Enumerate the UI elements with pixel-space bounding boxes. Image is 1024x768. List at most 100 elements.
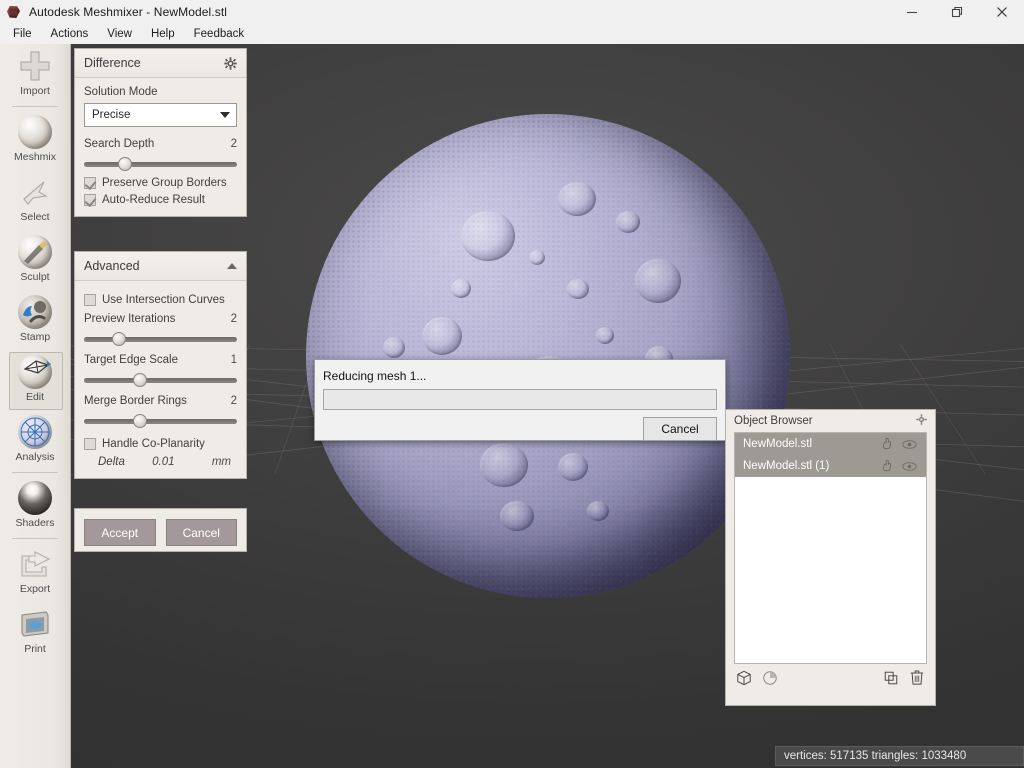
panel-title: Difference — [84, 56, 141, 70]
meshmixer-logo-icon — [6, 4, 22, 20]
tool-import[interactable]: Import — [0, 44, 70, 104]
menu-feedback[interactable]: Feedback — [185, 26, 254, 43]
preview-iterations-value: 2 — [230, 313, 237, 325]
window-title: Autodesk Meshmixer - NewModel.stl — [29, 5, 228, 19]
preview-iterations-label: Preview Iterations — [84, 313, 176, 325]
checkbox-box — [84, 194, 96, 206]
checkbox-box — [84, 438, 96, 450]
tool-stamp[interactable]: Stamp — [0, 290, 70, 350]
slider-track — [84, 162, 237, 167]
menu-bar: File Actions View Help Feedback — [0, 24, 1024, 45]
hand-pick-icon[interactable] — [876, 437, 898, 451]
target-edge-scale-slider[interactable] — [84, 372, 237, 388]
tool-analysis[interactable]: Analysis — [0, 410, 70, 470]
slider-knob[interactable] — [111, 332, 126, 346]
advanced-panel-header[interactable]: Advanced — [75, 252, 246, 281]
menu-file[interactable]: File — [4, 26, 41, 43]
slider-knob[interactable] — [132, 373, 147, 387]
export-arrow-icon — [17, 546, 53, 582]
solution-mode-label: Solution Mode — [84, 86, 158, 98]
face-sphere-icon — [17, 114, 53, 150]
slider-knob[interactable] — [117, 157, 132, 171]
brush-sphere-icon — [17, 234, 53, 270]
advanced-panel: Advanced Use Intersection Curves Preview… — [74, 251, 247, 479]
tool-shaders[interactable]: Shaders — [0, 476, 70, 536]
duplicate-icon[interactable] — [883, 670, 899, 691]
tool-sculpt[interactable]: Sculpt — [0, 230, 70, 290]
difference-panel-body: Solution Mode Precise Search Depth 2 Pre… — [75, 78, 246, 216]
search-depth-row: Search Depth 2 — [84, 138, 237, 150]
shaded-sphere-icon — [17, 480, 53, 516]
object-browser-header: Object Browser — [726, 410, 935, 432]
eye-icon[interactable] — [898, 439, 920, 450]
tool-label: Stamp — [19, 331, 51, 343]
rail-separator — [12, 106, 58, 107]
use-intersection-curves-checkbox[interactable]: Use Intersection Curves — [84, 294, 237, 306]
tool-label: Sculpt — [20, 271, 50, 283]
advanced-title: Advanced — [84, 259, 140, 273]
tool-select[interactable]: Select — [0, 170, 70, 230]
auto-reduce-result-checkbox[interactable]: Auto-Reduce Result — [84, 194, 237, 206]
status-text: vertices: 517135 triangles: 1033480 — [784, 750, 967, 762]
tool-label: Select — [20, 211, 50, 223]
status-bar: vertices: 517135 triangles: 1033480 — [775, 746, 1024, 766]
dialog-cancel-button[interactable]: Cancel — [643, 417, 717, 441]
checkbox-box — [84, 294, 96, 306]
stamp-icon — [17, 294, 53, 330]
tool-rail: Import Meshmix Select Sculpt Stamp Edit … — [0, 44, 71, 768]
slider-knob[interactable] — [132, 414, 147, 428]
object-name: NewModel.stl — [743, 438, 813, 450]
pie-chart-icon[interactable] — [762, 670, 778, 691]
gear-icon[interactable] — [916, 414, 927, 428]
tool-meshmix[interactable]: Meshmix — [0, 110, 70, 170]
menu-actions[interactable]: Actions — [42, 26, 98, 43]
rail-separator — [12, 538, 58, 539]
minimize-icon[interactable] — [889, 0, 934, 24]
trash-icon[interactable] — [909, 669, 925, 691]
object-list[interactable]: NewModel.stl NewModel.stl (1) — [734, 432, 927, 664]
plus-icon — [17, 48, 53, 84]
merge-border-rings-slider[interactable] — [84, 413, 237, 429]
tool-print[interactable]: Print — [0, 602, 70, 662]
restore-icon[interactable] — [934, 0, 979, 24]
tool-export[interactable]: Export — [0, 542, 70, 602]
handle-co-planarity-checkbox[interactable]: Handle Co-Planarity — [84, 438, 237, 450]
slider-track — [84, 337, 237, 342]
solution-mode-select[interactable]: Precise — [84, 103, 237, 127]
cube-icon[interactable] — [736, 670, 752, 691]
printer-icon — [17, 606, 53, 642]
menu-view[interactable]: View — [98, 26, 141, 43]
triangle-up-icon[interactable] — [227, 263, 237, 269]
object-list-item[interactable]: NewModel.stl — [735, 433, 926, 455]
rail-separator — [12, 472, 58, 473]
tool-label: Analysis — [15, 451, 55, 463]
target-edge-scale-label: Target Edge Scale — [84, 354, 178, 366]
search-depth-slider[interactable] — [84, 156, 237, 172]
chevron-down-icon — [220, 112, 230, 118]
difference-panel: Difference Solution Mode Precise Search … — [74, 48, 247, 217]
panel-button-row: Accept Cancel — [75, 509, 246, 556]
close-icon[interactable] — [979, 0, 1024, 24]
solution-mode-value: Precise — [92, 109, 131, 121]
cancel-button[interactable]: Cancel — [165, 519, 237, 546]
dialog-button-row: Cancel — [315, 410, 725, 441]
difference-panel-header: Difference — [75, 49, 246, 78]
slider-track — [84, 378, 237, 383]
tool-edit[interactable]: Edit — [0, 350, 70, 410]
cratered-sphere-model[interactable] — [306, 114, 790, 598]
hand-pick-icon[interactable] — [876, 459, 898, 473]
tool-label: Edit — [25, 391, 45, 403]
eye-icon[interactable] — [898, 461, 920, 472]
wireframe-sphere-icon — [17, 414, 53, 450]
search-depth-value: 2 — [230, 138, 237, 150]
object-browser-footer — [726, 664, 935, 691]
checkbox-label: Auto-Reduce Result — [102, 194, 205, 206]
checkbox-label: Preserve Group Borders — [102, 177, 227, 189]
object-list-item[interactable]: NewModel.stl (1) — [735, 455, 926, 477]
slider-track — [84, 419, 237, 424]
preview-iterations-slider[interactable] — [84, 331, 237, 347]
accept-button[interactable]: Accept — [84, 519, 156, 546]
preserve-group-borders-checkbox[interactable]: Preserve Group Borders — [84, 177, 237, 189]
menu-help[interactable]: Help — [142, 26, 184, 43]
gear-icon[interactable] — [224, 56, 237, 70]
